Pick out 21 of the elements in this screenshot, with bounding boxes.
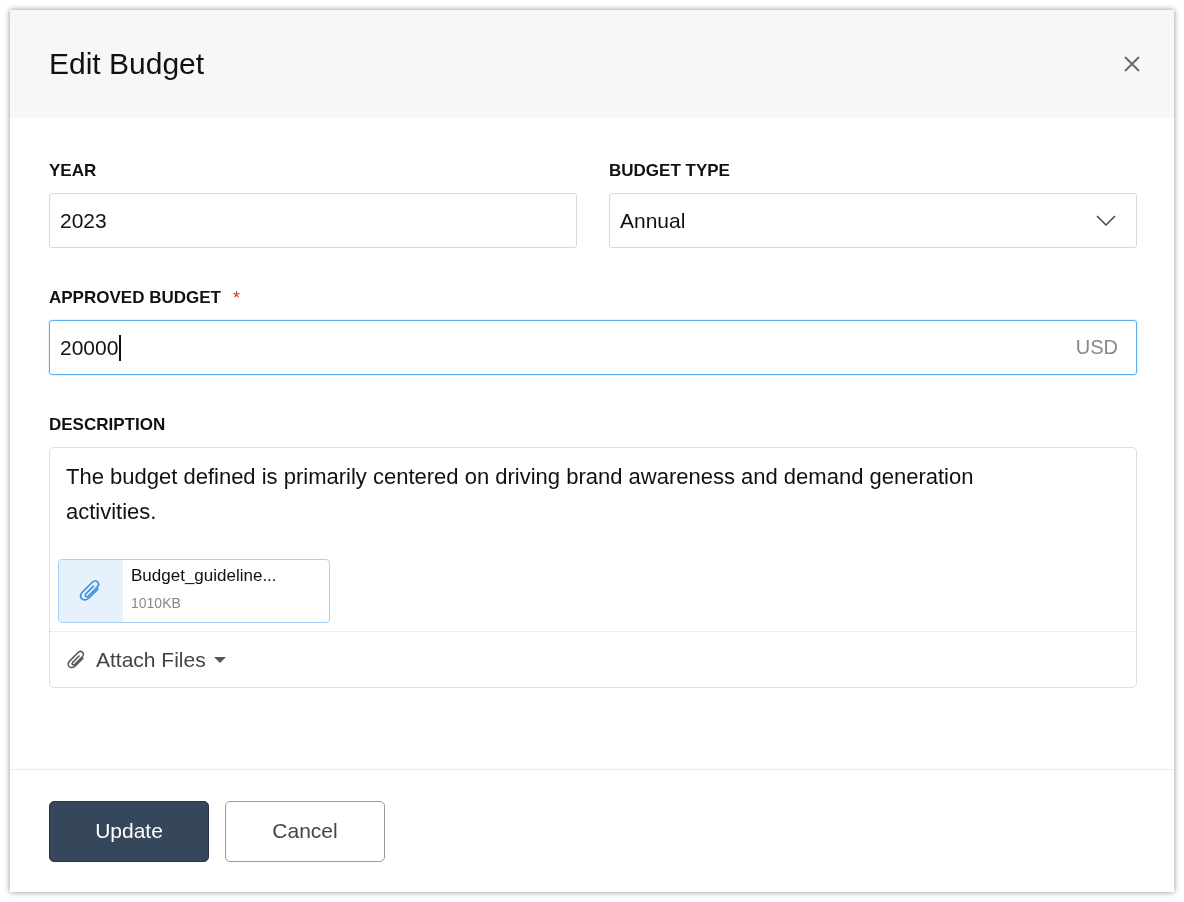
input-field[interactable]: 2023 bbox=[49, 193, 577, 248]
close-icon bbox=[1122, 54, 1142, 74]
chevron-down-icon bbox=[1096, 214, 1116, 227]
description-text: The budget defined is primarily centered on driving brand awareness and demand generation activities. bbox=[65, 463, 975, 526]
field-label: DESCRIPTION bbox=[49, 415, 166, 435]
file-name: Budget_guideline... bbox=[131, 566, 277, 586]
required-mark: * bbox=[232, 287, 240, 309]
update-button[interactable]: Update bbox=[49, 800, 209, 862]
caret-icon bbox=[213, 655, 226, 664]
file-size: 1010KB bbox=[131, 595, 182, 611]
field-label: APPROVED BUDGET bbox=[49, 288, 221, 308]
field-label: BUDGET TYPE bbox=[609, 161, 730, 181]
description-field[interactable]: The budget defined is primarily centered on driving brand awareness and demand generation activities. Budget_guideline... 1010KB Attach Files bbox=[49, 447, 1137, 688]
dialog-title: Edit Budget bbox=[49, 47, 205, 81]
field-label: YEAR bbox=[49, 161, 97, 181]
attachment-card[interactable]: Budget_guideline... 1010KB bbox=[58, 559, 330, 623]
input-field[interactable]: 20000 USD bbox=[49, 320, 1137, 375]
cancel-button[interactable]: Cancel bbox=[225, 800, 385, 862]
dropdown[interactable]: Annual bbox=[609, 193, 1137, 248]
currency-suffix: USD bbox=[1075, 336, 1118, 359]
attach-files-button[interactable]: Attach Files bbox=[66, 647, 226, 672]
